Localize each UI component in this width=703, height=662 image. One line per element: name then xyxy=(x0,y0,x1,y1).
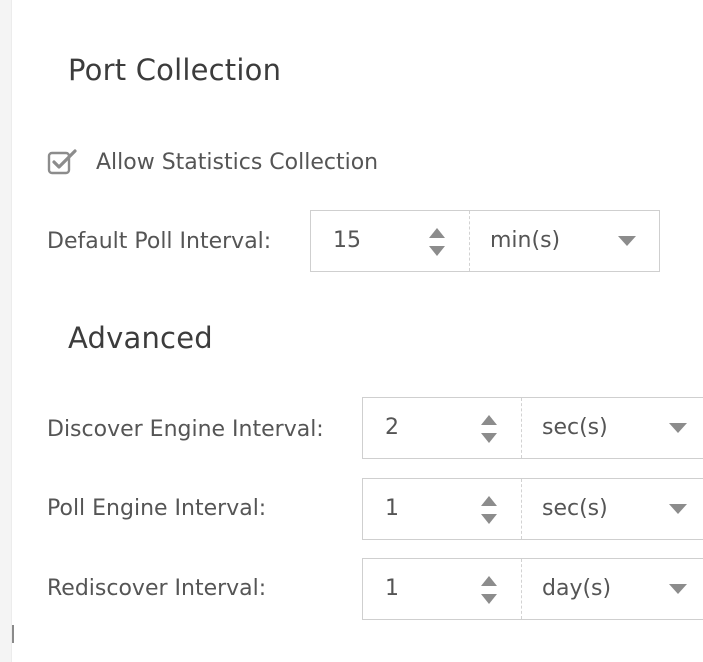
rediscover-interval-unit-select[interactable]: day(s) xyxy=(522,559,703,619)
allow-statistics-row[interactable]: Allow Statistics Collection xyxy=(47,145,378,179)
default-poll-interval-spinner[interactable]: 15 xyxy=(311,211,470,271)
advanced-heading: Advanced xyxy=(68,321,213,355)
caret-down-icon[interactable] xyxy=(669,504,687,514)
rediscover-interval-label: Rediscover Interval: xyxy=(47,576,267,601)
discover-engine-interval-control: 2 sec(s) xyxy=(362,397,703,459)
settings-panel: Port Collection Allow Statistics Collect… xyxy=(0,0,703,662)
rediscover-interval-control: 1 day(s) xyxy=(362,558,703,620)
checkbox-checked-icon[interactable] xyxy=(47,147,77,177)
poll-engine-interval-label: Poll Engine Interval: xyxy=(47,496,267,521)
discover-engine-interval-value[interactable]: 2 xyxy=(385,398,399,458)
poll-engine-interval-value[interactable]: 1 xyxy=(385,479,399,539)
poll-engine-interval-control: 1 sec(s) xyxy=(362,478,703,540)
poll-engine-interval-unit-select[interactable]: sec(s) xyxy=(522,479,703,539)
allow-statistics-label[interactable]: Allow Statistics Collection xyxy=(96,150,378,175)
spinner-up-down-icon[interactable] xyxy=(480,493,498,527)
discover-engine-interval-unit-select[interactable]: sec(s) xyxy=(522,398,703,458)
port-collection-heading: Port Collection xyxy=(68,53,282,87)
poll-engine-interval-unit[interactable]: sec(s) xyxy=(542,479,608,539)
default-poll-interval-label: Default Poll Interval: xyxy=(47,229,272,254)
rediscover-interval-unit[interactable]: day(s) xyxy=(542,559,611,619)
caret-down-icon[interactable] xyxy=(669,584,687,594)
discover-engine-interval-spinner[interactable]: 2 xyxy=(363,398,522,458)
rediscover-interval-value[interactable]: 1 xyxy=(385,559,399,619)
left-panel-edge xyxy=(0,0,12,662)
rediscover-interval-spinner[interactable]: 1 xyxy=(363,559,522,619)
left-edge-marker xyxy=(12,625,14,643)
caret-down-icon[interactable] xyxy=(618,236,636,246)
spinner-up-down-icon[interactable] xyxy=(480,412,498,446)
default-poll-interval-value[interactable]: 15 xyxy=(333,211,361,271)
default-poll-interval-control: 15 min(s) xyxy=(310,210,660,272)
default-poll-interval-unit[interactable]: min(s) xyxy=(490,211,560,271)
caret-down-icon[interactable] xyxy=(669,423,687,433)
discover-engine-interval-label: Discover Engine Interval: xyxy=(47,417,324,442)
spinner-up-down-icon[interactable] xyxy=(480,573,498,607)
poll-engine-interval-spinner[interactable]: 1 xyxy=(363,479,522,539)
discover-engine-interval-unit[interactable]: sec(s) xyxy=(542,398,608,458)
default-poll-interval-unit-select[interactable]: min(s) xyxy=(470,211,659,271)
spinner-up-down-icon[interactable] xyxy=(428,225,446,259)
